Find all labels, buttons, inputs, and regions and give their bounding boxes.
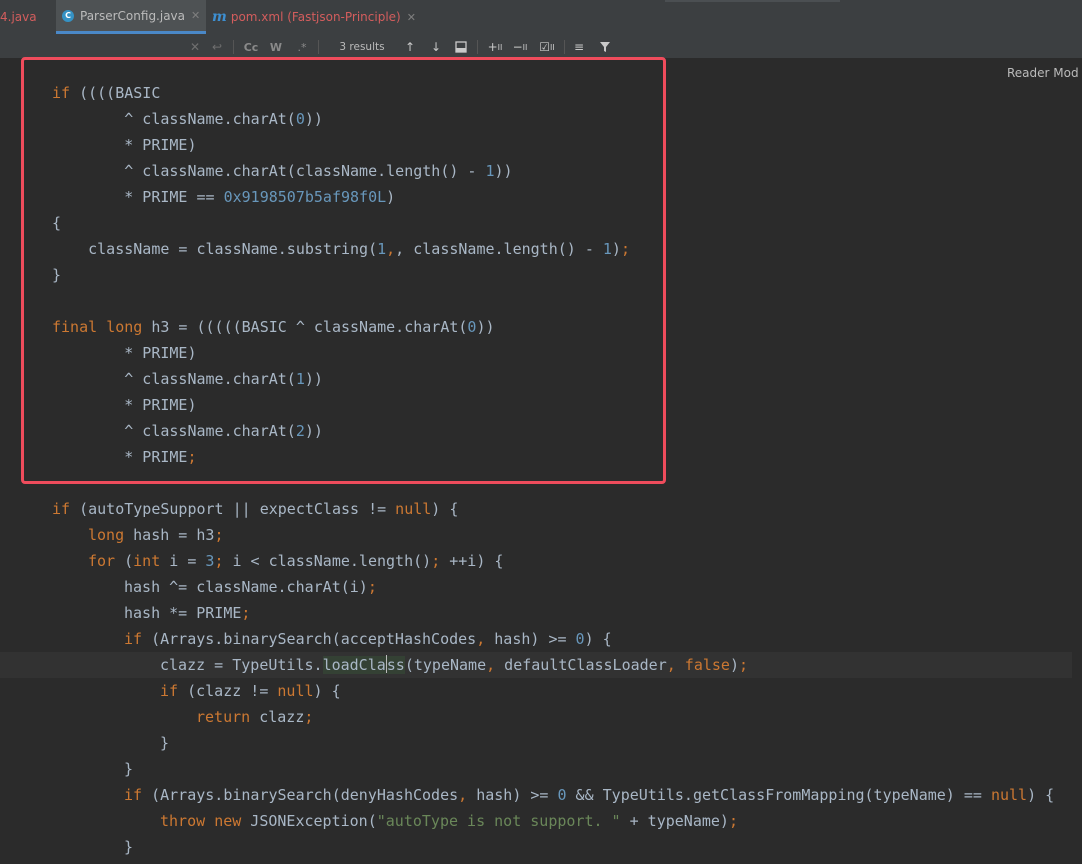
code-line: }	[124, 760, 134, 778]
code-line: * PRIME)	[52, 136, 197, 154]
code-line: long hash = h3;	[88, 526, 224, 544]
match-case-button[interactable]: Cc	[241, 39, 261, 55]
code-line: }	[52, 266, 62, 284]
code-line: if (Arrays.binarySearch(denyHashCodes, h…	[124, 786, 1055, 804]
tab-pom-xml[interactable]: m pom.xml (Fastjson-Principle) ✕	[212, 0, 416, 34]
search-results-count: 3 results	[339, 41, 385, 53]
code-line: className = className.substring(1,, clas…	[52, 240, 630, 258]
whole-words-button[interactable]: W	[267, 39, 285, 55]
filter-search-icon[interactable]: ≡	[571, 39, 587, 55]
clear-search-icon[interactable]: ✕	[188, 39, 202, 55]
close-tab-icon[interactable]: ✕	[191, 9, 200, 22]
next-occurrence-icon[interactable]: ↓	[428, 39, 444, 55]
reader-mode-button[interactable]: Reader Mod	[1007, 66, 1079, 80]
code-line: throw new JSONException("autoType is not…	[160, 812, 738, 830]
find-toolbar: ✕ ↩ Cc W .* 3 results ↑ ↓ + II − II ☑ II ≡	[0, 36, 1082, 59]
tab-label: pom.xml (Fastjson-Principle)	[230, 10, 401, 24]
code-line: ^ className.charAt(0))	[52, 110, 323, 128]
close-tab-icon[interactable]: ✕	[407, 11, 416, 24]
code-line: return clazz;	[196, 708, 314, 726]
tab-label: 4.java	[0, 10, 37, 24]
code-line: }	[124, 838, 134, 856]
select-all-occurrences-icon[interactable]	[453, 39, 469, 55]
remove-selection-icon[interactable]: − II	[511, 39, 529, 55]
code-line: if ((((BASIC	[52, 84, 161, 102]
previous-occurrence-icon[interactable]: ↑	[402, 39, 418, 55]
code-line: * PRIME == 0x9198507b5af98f0L)	[52, 188, 396, 206]
code-line: * PRIME;	[52, 448, 197, 466]
code-line: hash ^= className.charAt(i);	[124, 578, 377, 596]
code-line: if (autoTypeSupport || expectClass != nu…	[52, 500, 459, 518]
code-line: if (Arrays.binarySearch(acceptHashCodes,…	[124, 630, 612, 648]
code-line: {	[52, 214, 62, 232]
maven-icon: m	[212, 9, 227, 25]
separator	[233, 40, 234, 54]
code-line: final long h3 = (((((BASIC ^ className.c…	[52, 318, 495, 336]
separator	[318, 40, 319, 54]
filter-icon[interactable]	[597, 39, 613, 55]
select-all-matches-icon[interactable]: ☑ II	[537, 39, 557, 55]
code-line: ^ className.charAt(className.length() - …	[52, 162, 513, 180]
regex-button[interactable]: .*	[293, 39, 311, 55]
code-line: ^ className.charAt(2))	[52, 422, 323, 440]
editor-tab-bar: 4.java C ParserConfig.java ✕ m pom.xml (…	[0, 0, 1082, 37]
code-line: for (int i = 3; i < className.length(); …	[88, 552, 504, 570]
code-line: hash *= PRIME;	[124, 604, 251, 622]
separator	[477, 40, 478, 54]
new-line-icon[interactable]: ↩	[210, 39, 224, 55]
tab-parserconfig-java[interactable]: C ParserConfig.java ✕	[56, 0, 206, 34]
java-class-icon: C	[62, 9, 74, 22]
code-line: if (clazz != null) {	[160, 682, 341, 700]
tab-previous-java[interactable]: 4.java	[0, 0, 37, 34]
code-line: * PRIME)	[52, 396, 197, 414]
add-selection-icon[interactable]: + II	[486, 39, 504, 55]
separator	[564, 40, 565, 54]
code-line-current: clazz = TypeUtils.loadClass(typeName, de…	[0, 652, 1072, 678]
tab-label: ParserConfig.java	[80, 8, 186, 23]
code-line: * PRIME)	[52, 344, 197, 362]
tab-bar-divider	[665, 0, 840, 2]
code-line: }	[160, 734, 170, 752]
code-line: ^ className.charAt(1))	[52, 370, 323, 388]
